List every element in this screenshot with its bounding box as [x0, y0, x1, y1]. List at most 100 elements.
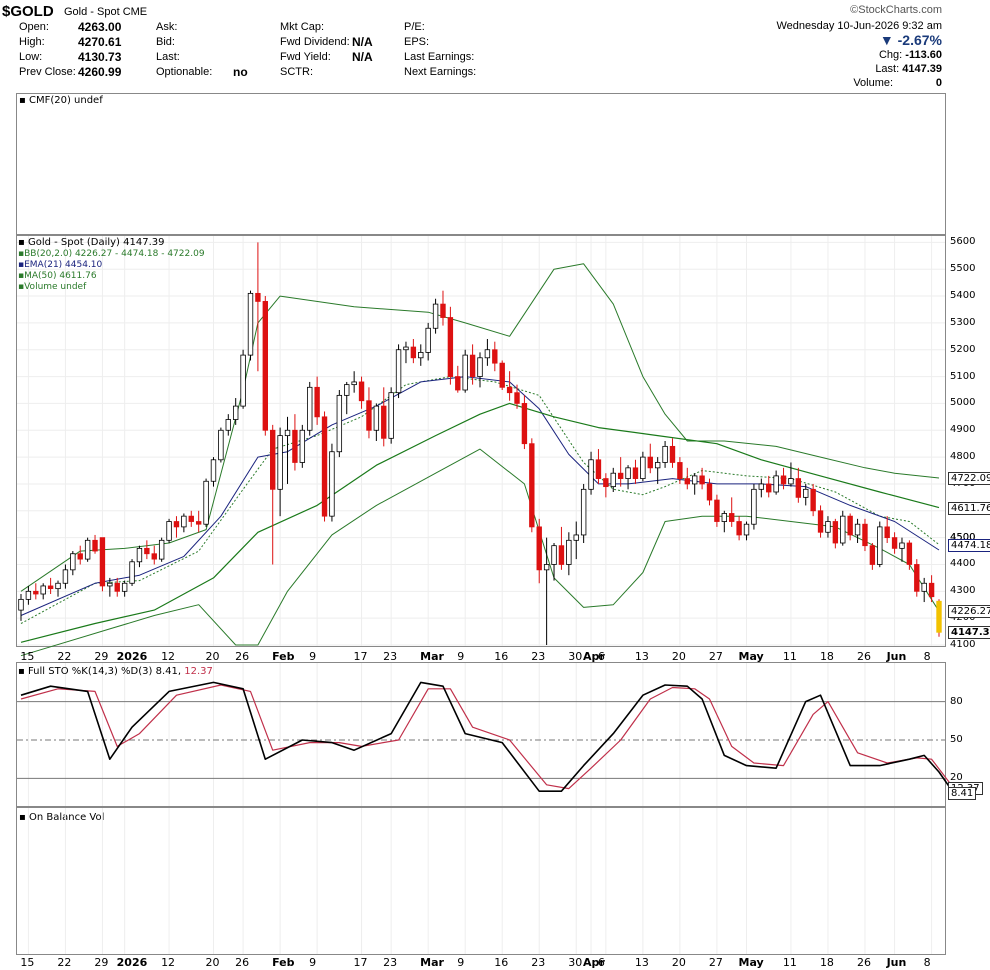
candle-body: [877, 526, 883, 565]
x-tick-label: 9: [457, 650, 465, 663]
candle-body: [773, 475, 779, 493]
candle-body: [440, 303, 446, 318]
candle-body: [55, 582, 61, 590]
sto-value-tag: 8.41: [948, 787, 977, 801]
price-value-tag: 4722.09: [948, 472, 990, 486]
x-tick-label: 17: [353, 956, 368, 969]
candle-body: [884, 526, 890, 539]
candle-body: [810, 488, 816, 512]
candle-body: [114, 582, 120, 592]
candle-body: [181, 515, 187, 528]
price-value-tag: 4226.27: [948, 605, 990, 619]
candle-body: [551, 545, 557, 565]
candle-body: [447, 317, 454, 377]
candle-body: [77, 553, 83, 560]
candle-body: [432, 303, 439, 329]
candle-body: [395, 349, 402, 394]
candle-body: [492, 349, 498, 364]
candle-body: [225, 419, 231, 431]
sto-d-line: [20, 684, 955, 790]
bb-lower-line: [20, 448, 940, 657]
candle-body: [255, 292, 261, 302]
candle-body: [403, 346, 409, 351]
candle-body: [455, 376, 461, 391]
x-tick-label: 8: [923, 956, 931, 969]
ema21-line: [20, 376, 940, 616]
y-tick-label: 4300: [950, 585, 976, 597]
candle-body: [766, 483, 772, 493]
x-tick-label: 2026: [116, 956, 148, 969]
candle-body: [862, 523, 868, 547]
candle-body: [573, 534, 579, 541]
candle-body: [840, 515, 846, 544]
x-tick-label: 12: [161, 956, 176, 969]
candle-body: [795, 478, 802, 498]
candle-body: [418, 352, 424, 359]
candle-body: [847, 515, 853, 536]
candle-body: [936, 600, 942, 633]
candle-body: [284, 429, 291, 437]
candle-body: [247, 292, 254, 356]
candle-body: [758, 483, 765, 490]
x-tick-label: 15: [20, 650, 35, 663]
candle-body: [751, 488, 757, 525]
x-tick-label: May: [738, 650, 764, 663]
price-label: ▪ Gold - Spot (Daily) 4147.39: [18, 237, 165, 248]
candle-body: [410, 346, 417, 359]
x-tick-label: 27: [708, 650, 723, 663]
x-tick-label: 9: [309, 650, 317, 663]
y-tick-label: 4400: [950, 558, 976, 570]
candle-body: [62, 569, 69, 584]
price-value-tag: 4147.39: [948, 626, 990, 640]
candle-body: [832, 521, 839, 544]
candle-body: [344, 384, 350, 396]
candle-body: [195, 521, 202, 525]
candle-body: [25, 590, 32, 600]
candle-body: [218, 429, 224, 461]
candle-body: [654, 462, 661, 469]
candle-body: [210, 459, 217, 482]
indicator-legend: ▪BB(20,2.0) 4226.27 - 4474.18 - 4722.09 ▪…: [18, 249, 205, 293]
candle-body: [610, 472, 616, 488]
x-tick-label: 15: [20, 956, 35, 969]
candle-body: [84, 539, 91, 560]
candle-body: [928, 582, 935, 598]
candle-body: [158, 539, 165, 560]
x-tick-label: 11: [782, 650, 797, 663]
candle-body: [825, 521, 831, 533]
candle-body: [906, 542, 913, 565]
x-tick-label: Jun: [886, 956, 907, 969]
candle-body: [543, 564, 550, 571]
candle-body: [469, 354, 476, 377]
y-tick-label: 5400: [950, 290, 976, 302]
x-tick-label: 23: [531, 956, 546, 969]
bb-upper-line: [20, 263, 940, 592]
candle-body: [173, 521, 180, 528]
candle-body: [33, 590, 39, 595]
y-tick-label: 5100: [950, 370, 976, 382]
candle-body: [558, 545, 565, 565]
candle-body: [321, 416, 328, 517]
x-tick-label: 16: [494, 956, 509, 969]
sto-k-line: [20, 681, 955, 794]
candle-body: [99, 537, 106, 587]
sto-tick-label: 80: [950, 695, 963, 707]
candle-body: [107, 582, 113, 587]
candle-body: [721, 513, 728, 522]
legend-entry: ▪EMA(21) 4454.10: [18, 260, 103, 270]
x-tick-label: 12: [161, 650, 176, 663]
candle-body: [425, 327, 431, 353]
candle-body: [70, 553, 76, 571]
candle-body: [240, 354, 246, 407]
x-tick-label: 13: [634, 650, 649, 663]
candle-body: [521, 403, 528, 445]
candle-body: [47, 585, 54, 590]
x-tick-label: 17: [353, 650, 368, 663]
x-tick-label: 16: [494, 650, 509, 663]
candle-body: [566, 539, 572, 565]
x-tick-label: 30: [568, 956, 583, 969]
candle-body: [869, 545, 876, 565]
candle-body: [144, 547, 150, 555]
candle-body: [307, 386, 313, 431]
candle-body: [18, 598, 24, 611]
